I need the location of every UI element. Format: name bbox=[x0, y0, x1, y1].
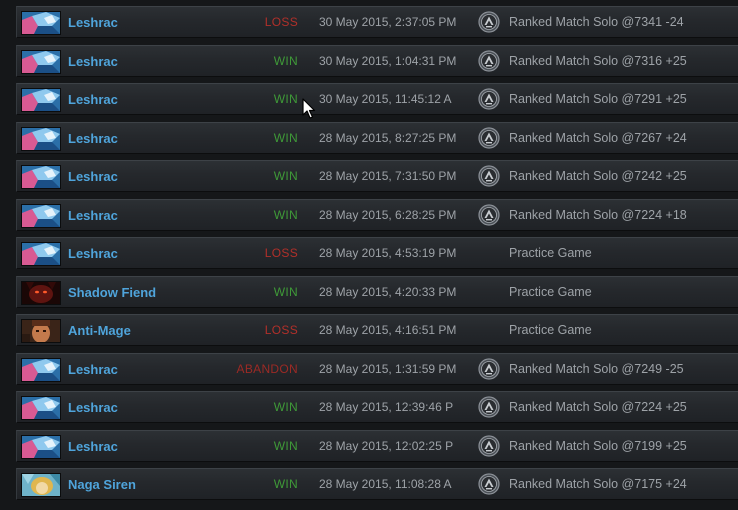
leshrac-portrait bbox=[21, 165, 61, 189]
match-row[interactable]: Leshrac WIN 28 May 2015, 12:02:25 P Ranked … bbox=[16, 429, 738, 462]
match-date: 30 May 2015, 1:04:31 PM bbox=[319, 53, 457, 68]
ranked-medal-icon bbox=[478, 434, 500, 457]
match-result: WIN bbox=[273, 284, 298, 299]
match-row[interactable]: Leshrac LOSS 30 May 2015, 2:37:05 PM Ranked… bbox=[16, 6, 738, 38]
game-mode: Ranked Match Solo @7242 +25 bbox=[509, 169, 687, 183]
match-date: 28 May 2015, 4:16:51 PM bbox=[319, 323, 457, 337]
hero-name: Anti-Mage bbox=[68, 323, 131, 338]
match-date: 28 May 2015, 8:27:25 PM bbox=[319, 130, 457, 145]
leshrac-portrait bbox=[21, 396, 61, 420]
match-date: 30 May 2015, 2:37:05 PM bbox=[319, 15, 457, 29]
match-result: LOSS bbox=[264, 246, 298, 260]
match-history-panel: Leshrac LOSS 30 May 2015, 2:37:05 PM Ranked… bbox=[0, 0, 738, 510]
game-mode: Ranked Match Solo @7224 +18 bbox=[509, 207, 687, 222]
match-row[interactable]: Leshrac WIN 30 May 2015, 11:45:12 A Ranked … bbox=[16, 83, 738, 115]
leshrac-portrait bbox=[21, 88, 61, 112]
match-date: 28 May 2015, 12:39:46 P bbox=[319, 400, 454, 414]
ranked-medal-icon bbox=[478, 357, 500, 380]
match-date: 28 May 2015, 12:02:25 P bbox=[319, 438, 454, 453]
ranked-medal-icon bbox=[478, 11, 500, 33]
hero-name: Leshrac bbox=[68, 438, 118, 454]
hero-name: Leshrac bbox=[68, 246, 118, 261]
hero-name: Leshrac bbox=[68, 169, 118, 184]
match-result: WIN bbox=[273, 438, 298, 453]
leshrac-portrait bbox=[21, 49, 61, 74]
match-row[interactable]: Leshrac LOSS 28 May 2015, 4:53:19 PM Practi… bbox=[16, 237, 738, 269]
match-result: WIN bbox=[273, 169, 298, 183]
match-row[interactable]: Leshrac ABANDON 28 May 2015, 1:31:59 PM Ran… bbox=[16, 352, 738, 385]
ranked-medal-icon bbox=[478, 473, 500, 495]
ranked-medal-icon bbox=[478, 203, 500, 226]
match-result: LOSS bbox=[264, 15, 298, 29]
match-row[interactable]: Leshrac WIN 28 May 2015, 6:28:25 PM Ranked … bbox=[16, 198, 738, 231]
match-result: ABANDON bbox=[236, 361, 298, 376]
hero-name: Leshrac bbox=[68, 92, 118, 107]
game-mode: Ranked Match Solo @7316 +25 bbox=[509, 53, 687, 68]
leshrac-portrait bbox=[21, 203, 61, 228]
mouse-pointer-icon bbox=[302, 98, 316, 119]
leshrac-portrait bbox=[21, 357, 61, 382]
match-result: WIN bbox=[273, 130, 298, 145]
leshrac-portrait bbox=[21, 242, 61, 266]
ranked-medal-icon bbox=[478, 396, 500, 418]
hero-name: Leshrac bbox=[68, 361, 118, 377]
game-mode: Practice Game bbox=[509, 323, 592, 337]
hero-name: Leshrac bbox=[68, 400, 118, 415]
naga-siren-portrait bbox=[21, 473, 61, 497]
game-mode: Practice Game bbox=[509, 284, 592, 299]
match-row[interactable]: Shadow Fiend WIN 28 May 2015, 4:20:33 PM Pr… bbox=[16, 275, 738, 308]
match-result: WIN bbox=[273, 207, 298, 222]
leshrac-portrait bbox=[21, 126, 61, 151]
match-row[interactable]: Leshrac WIN 30 May 2015, 1:04:31 PM Ranked … bbox=[16, 44, 738, 77]
ranked-medal-icon bbox=[478, 88, 500, 110]
match-row[interactable]: Leshrac WIN 28 May 2015, 8:27:25 PM Ranked … bbox=[16, 121, 738, 154]
ranked-medal-icon bbox=[478, 49, 500, 72]
game-mode: Practice Game bbox=[509, 246, 592, 260]
game-mode: Ranked Match Solo @7249 -25 bbox=[509, 361, 684, 376]
match-date: 28 May 2015, 4:53:19 PM bbox=[319, 246, 457, 260]
match-result: WIN bbox=[273, 53, 298, 68]
game-mode: Ranked Match Solo @7341 -24 bbox=[509, 15, 684, 29]
anti-mage-portrait bbox=[21, 319, 61, 343]
leshrac-portrait bbox=[21, 11, 61, 35]
game-mode: Ranked Match Solo @7224 +25 bbox=[509, 400, 687, 414]
match-row[interactable]: Anti-Mage LOSS 28 May 2015, 4:16:51 PM Prac… bbox=[16, 314, 738, 346]
match-result: WIN bbox=[273, 477, 298, 491]
hero-name: Leshrac bbox=[68, 130, 118, 146]
shadow-fiend-portrait bbox=[21, 280, 61, 305]
match-date: 28 May 2015, 11:08:28 A bbox=[319, 477, 452, 491]
match-date: 30 May 2015, 11:45:12 A bbox=[319, 92, 452, 106]
ranked-medal-icon bbox=[478, 165, 500, 187]
match-result: WIN bbox=[273, 92, 298, 106]
game-mode: Ranked Match Solo @7175 +24 bbox=[509, 477, 687, 491]
game-mode: Ranked Match Solo @7267 +24 bbox=[509, 130, 687, 145]
ranked-medal-icon bbox=[478, 126, 500, 149]
match-date: 28 May 2015, 6:28:25 PM bbox=[319, 207, 457, 222]
hero-name: Shadow Fiend bbox=[68, 284, 157, 300]
match-result: WIN bbox=[273, 400, 298, 414]
leshrac-portrait bbox=[21, 434, 61, 459]
match-date: 28 May 2015, 4:20:33 PM bbox=[319, 284, 457, 299]
match-row[interactable]: Leshrac WIN 28 May 2015, 12:39:46 P Ranked … bbox=[16, 391, 738, 423]
hero-name: Leshrac bbox=[68, 207, 118, 223]
game-mode: Ranked Match Solo @7291 +25 bbox=[509, 92, 687, 106]
match-date: 28 May 2015, 7:31:50 PM bbox=[319, 169, 457, 183]
match-row[interactable]: Naga Siren WIN 28 May 2015, 11:08:28 A Rank… bbox=[16, 468, 738, 500]
game-mode: Ranked Match Solo @7199 +25 bbox=[509, 438, 687, 453]
hero-name: Leshrac bbox=[68, 53, 118, 69]
match-date: 28 May 2015, 1:31:59 PM bbox=[319, 361, 457, 376]
match-row[interactable]: Leshrac WIN 28 May 2015, 7:31:50 PM Ranked … bbox=[16, 160, 738, 192]
match-result: LOSS bbox=[264, 323, 298, 337]
hero-name: Leshrac bbox=[68, 15, 118, 30]
hero-name: Naga Siren bbox=[68, 477, 136, 492]
